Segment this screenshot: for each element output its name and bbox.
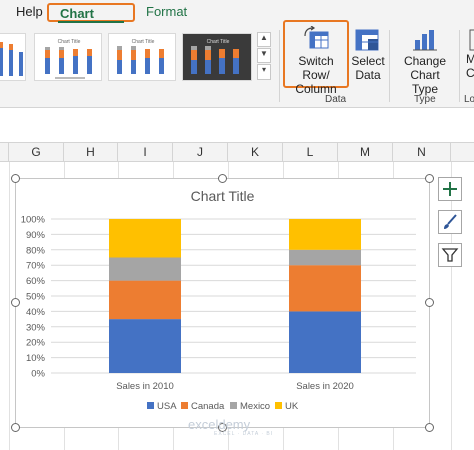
legend-swatch — [147, 402, 154, 409]
chart-elements-button[interactable] — [438, 177, 462, 201]
legend-label: UK — [285, 401, 299, 412]
legend-swatch — [275, 402, 282, 409]
resize-handle-left[interactable] — [11, 298, 20, 307]
y-tick-label: 70% — [26, 261, 46, 272]
y-tick-label: 30% — [26, 322, 46, 333]
legend-swatch — [230, 402, 237, 409]
bar-segment-canada[interactable] — [109, 280, 181, 320]
resize-handle-bottom-left[interactable] — [11, 423, 20, 432]
y-tick-label: 100% — [21, 215, 46, 226]
bar-segment-usa[interactable] — [289, 311, 361, 373]
resize-handle-bottom-right[interactable] — [425, 423, 434, 432]
x-tick-label: Sales in 2020 — [296, 381, 354, 392]
bar-segment-usa[interactable] — [109, 319, 181, 373]
resize-handle-top-right[interactable] — [425, 174, 434, 183]
chart-filters-button[interactable] — [438, 243, 462, 267]
legend-label: Mexico — [240, 401, 270, 412]
resize-handle-top[interactable] — [218, 174, 227, 183]
y-tick-label: 40% — [26, 307, 46, 318]
y-tick-label: 80% — [26, 245, 46, 256]
filter-icon — [441, 248, 459, 262]
y-tick-label: 0% — [31, 369, 45, 380]
paintbrush-icon — [444, 214, 457, 229]
resize-handle-top-left[interactable] — [11, 174, 20, 183]
plus-icon — [443, 182, 457, 196]
chart-styles-button[interactable] — [438, 210, 462, 234]
bar-segment-mexico[interactable] — [289, 249, 361, 266]
bar-segment-mexico[interactable] — [109, 257, 181, 281]
legend-label: Canada — [191, 401, 225, 412]
bar-segment-uk[interactable] — [289, 219, 361, 250]
y-tick-label: 60% — [26, 276, 46, 287]
legend-swatch — [181, 402, 188, 409]
y-tick-label: 90% — [26, 230, 46, 241]
resize-handle-right[interactable] — [425, 298, 434, 307]
bar-segment-canada[interactable] — [289, 265, 361, 312]
y-tick-label: 10% — [26, 353, 46, 364]
y-tick-label: 50% — [26, 292, 46, 303]
watermark-subtext: EXCEL · DATA · BI — [214, 431, 274, 437]
legend-label: USA — [157, 401, 177, 412]
y-tick-label: 20% — [26, 338, 46, 349]
stacked-bar-chart[interactable]: 0% 10% 20% 30% 40% 50% 60% 70% 80% 90% 100% Sales i… — [0, 0, 474, 450]
bar-segment-uk[interactable] — [109, 219, 181, 258]
watermark-text: exceldemy — [188, 417, 251, 432]
x-tick-label: Sales in 2010 — [116, 381, 174, 392]
